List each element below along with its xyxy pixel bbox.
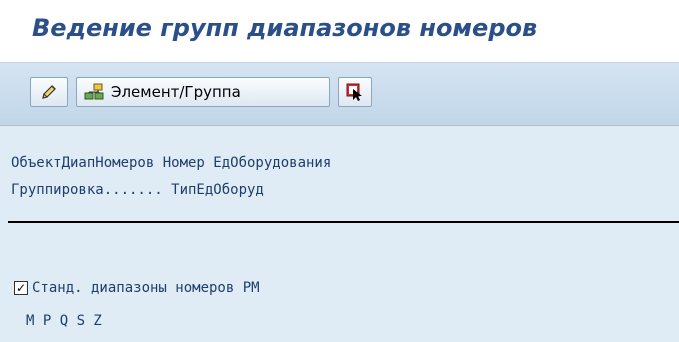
hierarchy-icon: [83, 82, 105, 102]
content-area: ОбъектДиапНомеров Номер ЕдОборудования Г…: [0, 126, 679, 342]
edit-button[interactable]: [30, 77, 68, 107]
divider: [8, 221, 679, 223]
title-bar: Ведение групп диапазонов номеров: [0, 0, 679, 63]
element-group-button[interactable]: Элемент/Группа: [76, 77, 330, 107]
select-cursor-icon: [345, 82, 365, 102]
element-group-label: Элемент/Группа: [111, 83, 241, 101]
group-checkbox[interactable]: ✓: [14, 281, 28, 295]
application-toolbar: Элемент/Группа: [0, 63, 679, 126]
select-button[interactable]: [338, 77, 372, 107]
pencil-icon: [39, 82, 59, 102]
header-line-1: ОбъектДиапНомеров Номер ЕдОборудования: [11, 155, 332, 171]
header-line-2: Группировка....... ТипЕдОборуд: [11, 182, 264, 198]
group-label: Станд. диапазоны номеров РМ: [32, 280, 260, 296]
page-title: Ведение групп диапазонов номеров: [32, 14, 538, 42]
group-codes: M P Q S Z: [26, 313, 102, 329]
